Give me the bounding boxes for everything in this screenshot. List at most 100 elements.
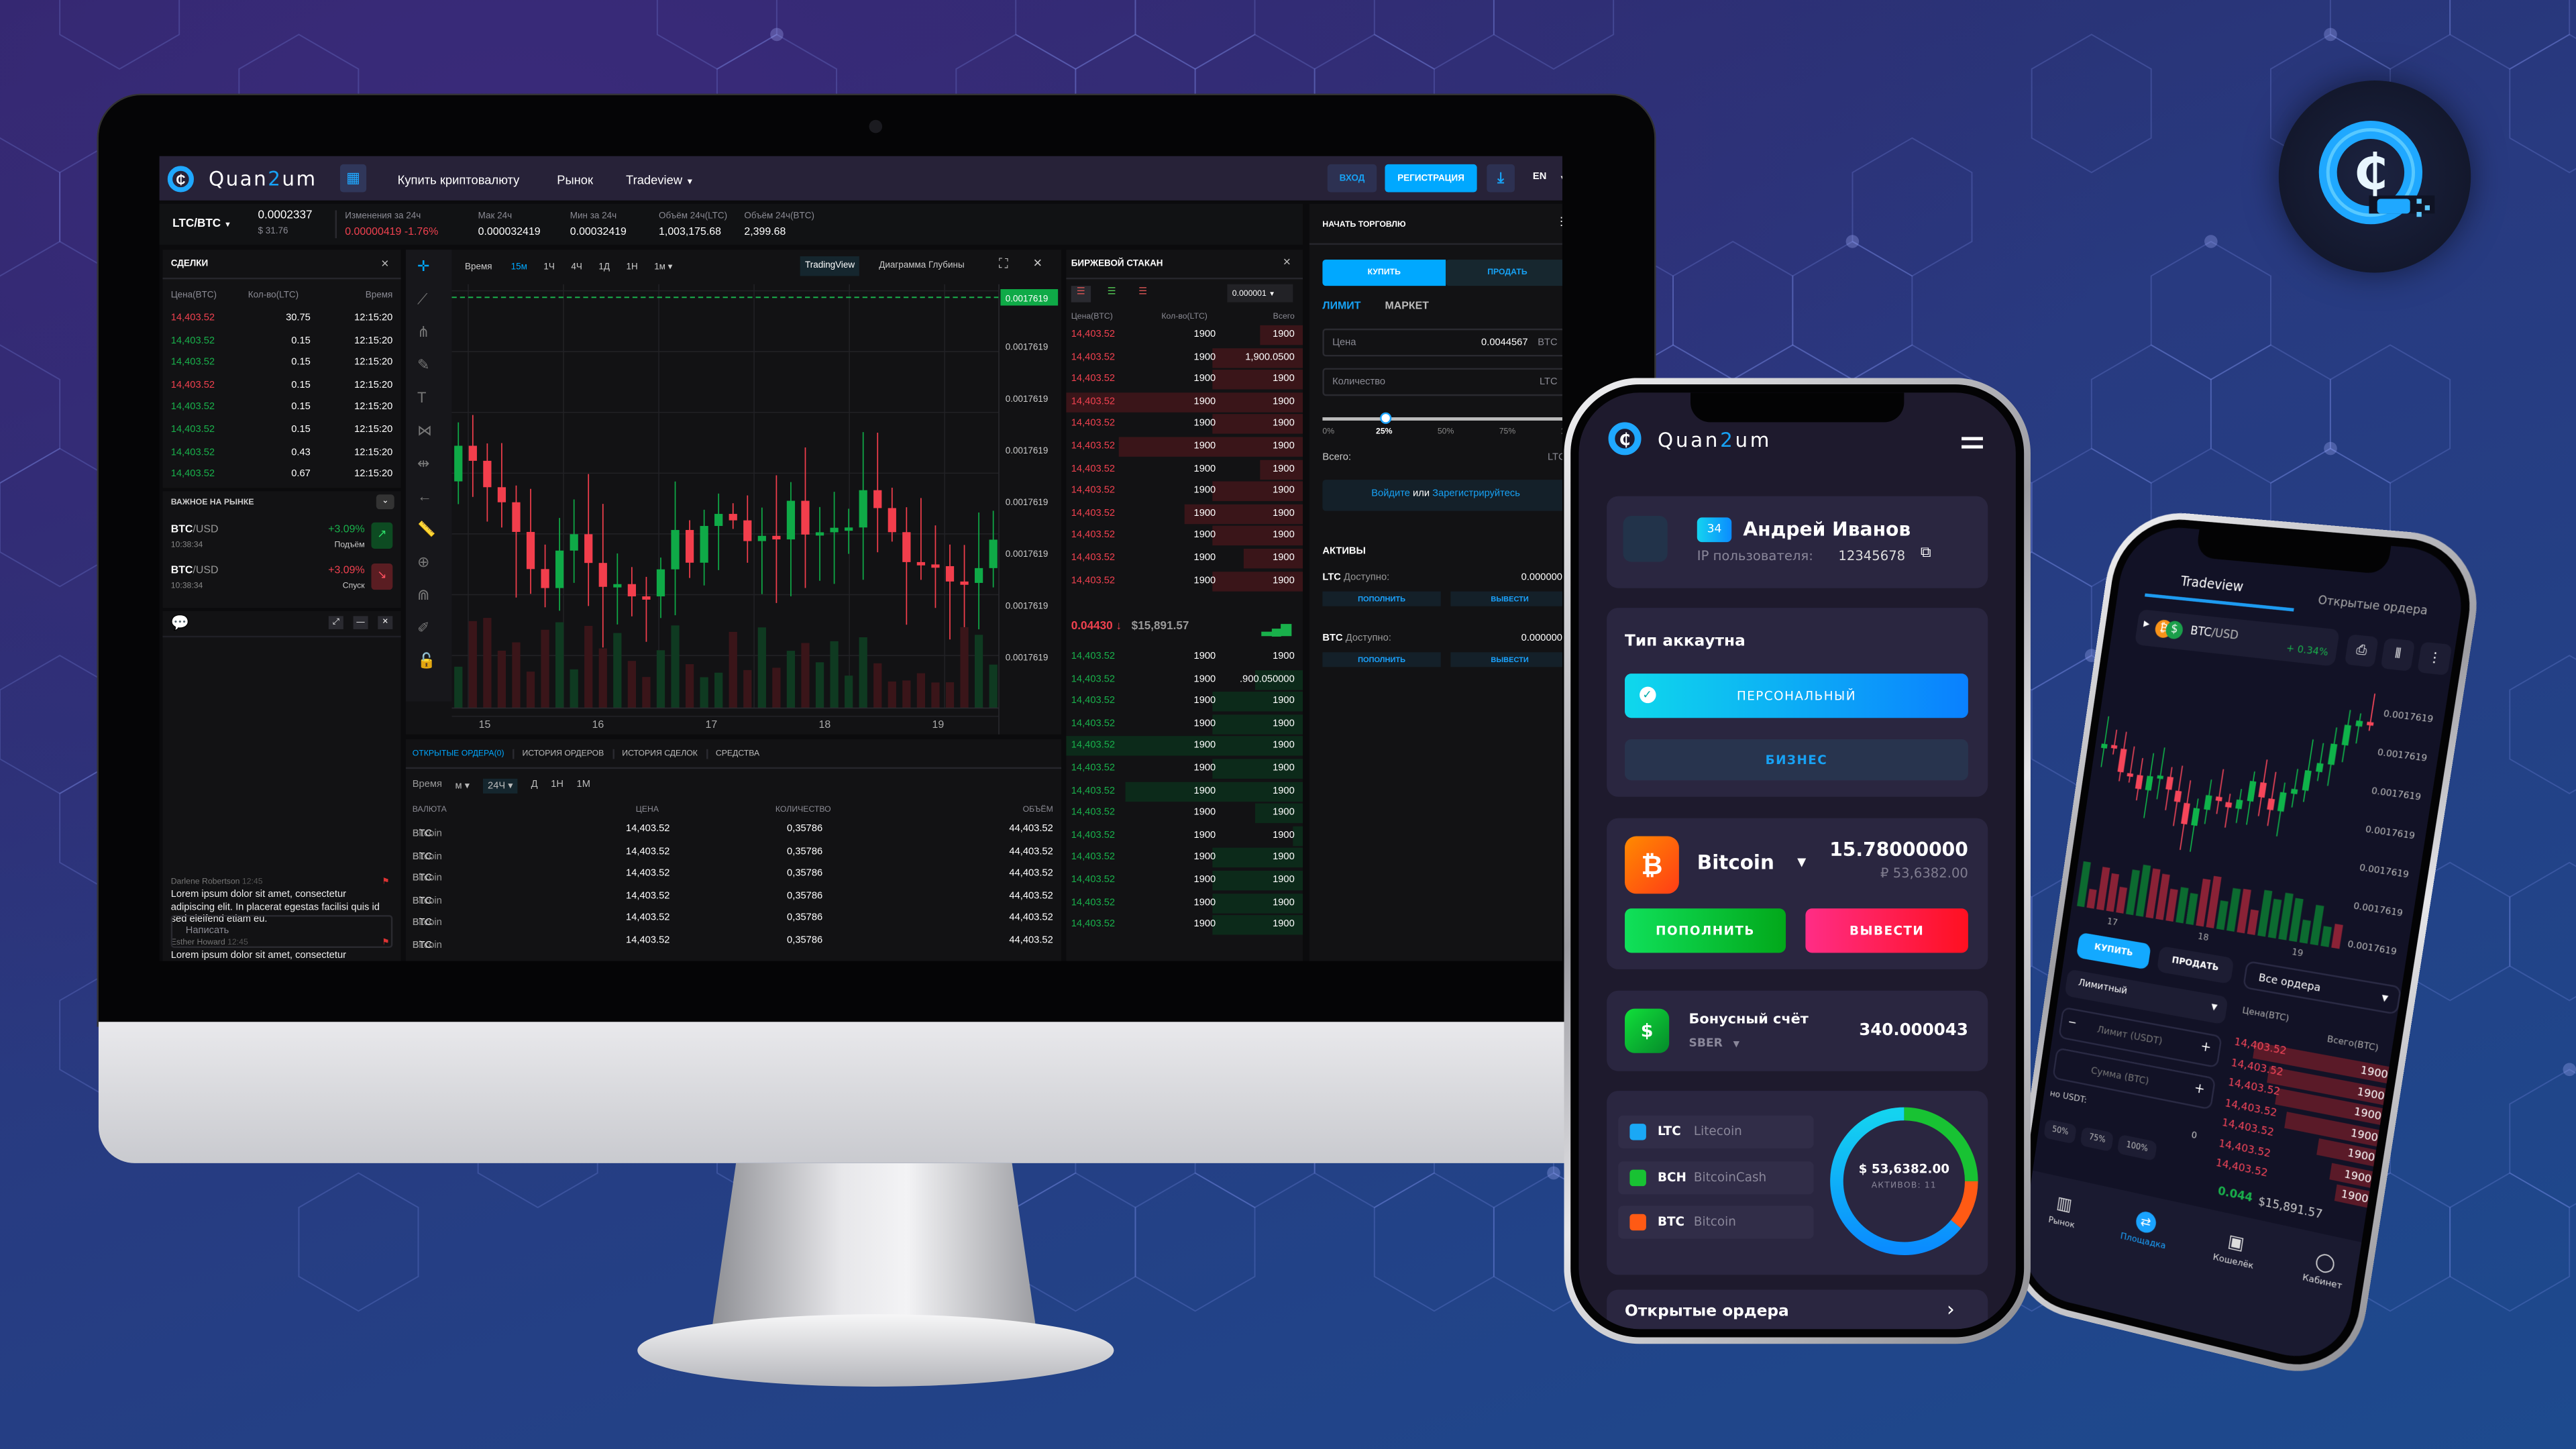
orderbook-row[interactable]: 14,403.52 1900 1900 [1066,781,1303,802]
orderbook-row[interactable]: 14,403.52 1900 1900 [1066,870,1303,891]
asset-deposit-button[interactable]: ПОПОЛНИТЬ [1322,591,1441,606]
copy-icon[interactable]: ⧉ [1921,545,1931,561]
orders-tab-0[interactable]: ОТКРЫТЫЕ ОРДЕРА(0) [413,749,513,759]
slider-mark[interactable]: 50% [1438,427,1454,437]
lock-draw-icon[interactable]: ✐ [417,619,429,637]
minimize-icon[interactable]: — [353,616,368,629]
language-selector[interactable]: EN [1533,172,1546,182]
open-orders-card[interactable]: Открытые ордера › [1607,1289,1988,1330]
orderbook-row[interactable]: 14,403.52 1900 1900 [1066,482,1303,502]
filter-option-3[interactable]: 1Н [551,780,564,790]
share-icon[interactable]: ⎙ [2344,634,2379,667]
register-button[interactable]: РЕГИСТРАЦИЯ [1385,164,1477,193]
price-input[interactable]: Цена 0.0044567 BTC [1322,328,1562,357]
order-row[interactable]: BTC Bitcoin 14,403.52 0,35786 44,403.52 [406,820,1061,839]
back-arrow-icon[interactable]: ← [417,488,432,504]
percent-button[interactable]: 50% [2043,1119,2078,1144]
market-item[interactable]: BTC/USD 10:38:34 +3.09% Спуск ↘ [162,559,400,598]
orderbook-row[interactable]: 14,403.52 1900 1900 [1066,548,1303,569]
view-depth-tab[interactable]: Диаграмма Глубины [879,261,964,271]
nav-link-market[interactable]: Рынок [557,172,593,187]
slider-mark[interactable]: 0% [1322,427,1334,437]
coin-name[interactable]: Bitcoin [1697,851,1774,874]
text-icon[interactable]: T [417,389,426,405]
ruler-icon[interactable]: 📏 [417,521,435,539]
close-icon[interactable]: × [381,256,388,271]
crosshair-icon[interactable]: ✛ [417,258,429,276]
candlestick-chart[interactable]: 0.0017619 0.0017619 0.0017619 0.0017619 0.00… [451,284,1061,735]
close-icon[interactable]: × [1283,255,1291,270]
order-row[interactable]: BTC Bitcoin 14,403.52 0,35786 44,403.52 [406,865,1061,884]
slider-mark[interactable]: 25% [1376,427,1393,437]
slider-mark[interactable]: 75% [1499,427,1516,437]
business-account-button[interactable]: БИЗНЕС [1625,739,1968,781]
candles-icon[interactable]: ⫴ [2380,637,2416,672]
asset-withdraw-button[interactable]: ВЫВЕСТИ [1450,591,1562,606]
interval-2[interactable]: 4Ч [571,263,582,273]
login-link[interactable]: Войдите [1371,490,1410,500]
orderbook-row[interactable]: 14,403.52 1900 1900 [1066,714,1303,735]
buy-tab[interactable]: КУПИТЬ [1322,259,1446,286]
asset-deposit-button[interactable]: ПОПОЛНИТЬ [1322,652,1441,667]
orderbook-row[interactable]: 14,403.52 1900 1900 [1066,325,1303,345]
nav-item-3[interactable]: ◯ Кабинет [2290,1247,2347,1368]
nav-item-0[interactable]: ▥ Рынок [2037,1191,2079,1305]
market-item[interactable]: BTC/USD 10:38:34 +3.09% Подъём ↗ [162,517,400,557]
login-button[interactable]: ВХОД [1327,164,1377,193]
buy-button[interactable]: КУПИТЬ [2076,932,2151,970]
hamburger-menu-icon[interactable] [1962,437,1983,449]
flag-icon[interactable]: ⚑ [382,877,389,888]
tab-open-orders[interactable]: Открытые ордера [2317,594,2428,618]
magnet-icon[interactable]: ⋒ [417,586,429,604]
orders-tab-1[interactable]: ИСТОРИЯ ОРДЕРОВ [512,748,612,759]
orderbook-row[interactable]: 14,403.52 1900 1900 [1066,692,1303,712]
unlock-icon[interactable]: 🔓 [417,652,435,670]
orderbook-row[interactable]: 14,403.52 1900 1900 [1066,804,1303,824]
plus-icon[interactable]: + [2193,1081,2206,1097]
asset-withdraw-button[interactable]: ВЫВЕСТИ [1450,652,1562,667]
minus-icon[interactable]: − [2067,1016,2078,1030]
nav-link-tradeview[interactable]: Tradeview ▼ [626,172,694,187]
legend-item[interactable]: BCH BitcoinCash [1618,1161,1814,1194]
plus-icon[interactable]: + [2200,1039,2212,1055]
pitchfork-icon[interactable]: ⋔ [417,323,429,341]
avatar[interactable] [1623,515,1668,562]
orderbook-row[interactable]: 14,403.52 1900 1900 [1066,647,1303,667]
pair-selector[interactable]: LTC/BTC ▼ [172,219,231,230]
more-vertical-icon[interactable]: ⋮ [2417,641,2453,676]
precision-select[interactable]: 0.000001 ▼ [1227,284,1293,303]
orderbook-row[interactable]: 14,403.52 1900 1900 [1066,459,1303,480]
tab-tradeview[interactable]: Tradeview [2180,574,2244,595]
bank-selector[interactable]: SBER ▼ [1689,1036,1740,1050]
order-row[interactable]: BTC Bitcoin 14,403.52 0,35786 44,403.52 [406,887,1061,906]
mini-candlestick-chart[interactable]: 0.0017619 0.0017619 0.0017619 0.0017619 0.00… [2070,651,2462,979]
legend-item[interactable]: LTC Litecoin [1618,1115,1814,1148]
orderbook-row[interactable]: 14,403.52 1900 1900 [1066,437,1303,457]
orderbook-row[interactable]: 14,403.52 1900 1900 [1066,415,1303,435]
download-button[interactable]: ⤓ [1487,164,1515,193]
order-row[interactable]: BTC Bitcoin 14,403.52 0,35786 44,403.52 [406,909,1061,929]
percent-button[interactable]: 75% [2080,1126,2114,1152]
chat-input[interactable]: Написать [170,915,393,949]
nav-link-buy-crypto[interactable]: Купить криптовалюту [398,172,520,187]
orderbook-row[interactable]: 14,403.52 1900 1900 [1066,737,1303,757]
caret-down-icon[interactable]: ▼ [1797,856,1806,869]
view-asks-icon[interactable]: ☰ [1138,286,1147,298]
personal-account-button[interactable]: ✓ ПЕРСОНАЛЬНЫЙ [1625,674,1968,718]
interval-0[interactable]: 15м [511,263,527,273]
chevron-down-icon[interactable]: ⌄ [376,494,394,510]
view-bids-icon[interactable]: ☰ [1108,286,1116,298]
interval-4[interactable]: 1Н [626,263,637,273]
filter-option-1[interactable]: 24Ч ▾ [482,777,519,793]
view-both-icon[interactable]: ☰ [1071,286,1091,303]
order-row[interactable]: BTC Bitcoin 14,403.52 0,35786 44,403.52 [406,932,1061,951]
orderbook-row[interactable]: 14,403.52 1900 1900 [1066,370,1303,390]
orderbook-row[interactable]: 14,403.52 1900 1900 [1066,526,1303,547]
orders-tab-3[interactable]: СРЕДСТВА [706,748,767,759]
sell-tab[interactable]: ПРОДАТЬ [1446,259,1562,286]
register-link[interactable]: Зарегистрируйтесь [1432,490,1520,500]
pattern-icon[interactable]: ⋈ [417,422,432,440]
percent-button[interactable]: 100% [2117,1134,2157,1161]
slider-thumb[interactable] [1379,412,1391,424]
orderbook-row[interactable]: 14,403.52 1900 1900 [1066,504,1303,524]
